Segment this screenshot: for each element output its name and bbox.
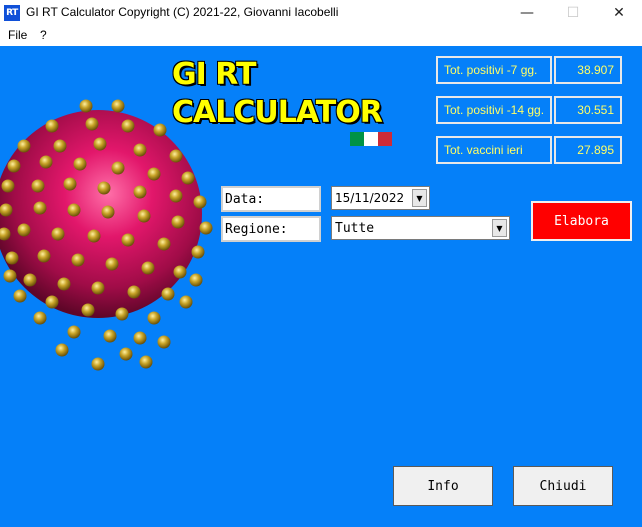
virus-spike bbox=[127, 285, 141, 299]
virus-spike bbox=[91, 281, 105, 295]
flag-stripe-red bbox=[378, 132, 392, 146]
virus-spike bbox=[111, 161, 125, 175]
date-label: Data: bbox=[221, 186, 321, 212]
virus-spike bbox=[191, 245, 205, 259]
logo-line-2: CALCULATOR bbox=[172, 95, 383, 130]
virus-spike bbox=[115, 307, 129, 321]
virus-spike bbox=[5, 251, 19, 265]
virus-spike bbox=[119, 347, 133, 361]
virus-spike bbox=[71, 253, 85, 267]
virus-spike bbox=[3, 269, 17, 283]
virus-spike bbox=[137, 209, 151, 223]
region-select[interactable]: Tutte ▼ bbox=[331, 216, 510, 240]
virus-spike bbox=[147, 167, 161, 181]
app-icon: RT bbox=[4, 5, 20, 21]
virus-spike bbox=[181, 171, 195, 185]
virus-spike bbox=[1, 179, 15, 193]
stat-label-positives-14d: Tot. positivi -14 gg. bbox=[436, 96, 552, 124]
virus-spike bbox=[161, 287, 175, 301]
elabora-button[interactable]: Elabora bbox=[531, 201, 632, 241]
date-picker[interactable]: 15/11/2022 ▼ bbox=[331, 186, 430, 210]
virus-spike bbox=[23, 273, 37, 287]
virus-spike bbox=[17, 139, 31, 153]
maximize-button[interactable]: ☐ bbox=[550, 0, 596, 26]
virus-spike bbox=[17, 223, 31, 237]
stat-value-positives-14d: 30.551 bbox=[554, 96, 622, 124]
virus-spike bbox=[37, 249, 51, 263]
chevron-down-icon[interactable]: ▼ bbox=[492, 219, 507, 237]
date-value: 15/11/2022 bbox=[335, 191, 405, 205]
menu-help[interactable]: ? bbox=[40, 28, 47, 42]
virus-spike bbox=[39, 155, 53, 169]
italian-flag bbox=[350, 132, 392, 146]
virus-spike bbox=[171, 215, 185, 229]
flag-stripe-green bbox=[350, 132, 364, 146]
virus-spike bbox=[199, 221, 213, 235]
virus-spike bbox=[67, 325, 81, 339]
logo-line-1: GI RT bbox=[172, 57, 256, 92]
virus-spike bbox=[45, 119, 59, 133]
virus-spike bbox=[13, 289, 27, 303]
virus-spike bbox=[67, 203, 81, 217]
virus-spike bbox=[0, 203, 13, 217]
virus-spike bbox=[51, 227, 65, 241]
virus-spike bbox=[133, 185, 147, 199]
virus-spike bbox=[157, 335, 171, 349]
virus-spike bbox=[33, 311, 47, 325]
virus-spike bbox=[97, 181, 111, 195]
info-button[interactable]: Info bbox=[393, 466, 493, 506]
virus-spike bbox=[93, 137, 107, 151]
stat-value-vaccines: 27.895 bbox=[554, 136, 622, 164]
virus-spike bbox=[57, 277, 71, 291]
virus-spike bbox=[169, 189, 183, 203]
virus-spike bbox=[45, 295, 59, 309]
virus-spike bbox=[31, 179, 45, 193]
close-button[interactable]: Chiudi bbox=[513, 466, 613, 506]
region-value: Tutte bbox=[335, 220, 375, 236]
virus-spike bbox=[193, 195, 207, 209]
virus-spike bbox=[7, 159, 21, 173]
flag-stripe-white bbox=[364, 132, 378, 146]
virus-spike bbox=[53, 139, 67, 153]
stat-label-vaccines: Tot. vaccini ieri bbox=[436, 136, 552, 164]
region-label: Regione: bbox=[221, 216, 321, 242]
virus-spike bbox=[91, 357, 105, 371]
virus-spike bbox=[63, 177, 77, 191]
virus-spike bbox=[139, 355, 153, 369]
virus-spike bbox=[133, 143, 147, 157]
virus-spike bbox=[133, 331, 147, 345]
stat-value-positives-7d: 38.907 bbox=[554, 56, 622, 84]
minimize-button[interactable]: — bbox=[504, 0, 550, 26]
virus-spike bbox=[101, 205, 115, 219]
virus-spike bbox=[153, 123, 167, 137]
virus-spike bbox=[111, 99, 125, 113]
virus-spike bbox=[169, 149, 183, 163]
virus-spike bbox=[121, 119, 135, 133]
virus-spike bbox=[55, 343, 69, 357]
virus-spike bbox=[33, 201, 47, 215]
virus-spike bbox=[103, 329, 117, 343]
virus-spike bbox=[173, 265, 187, 279]
chevron-down-icon[interactable]: ▼ bbox=[412, 189, 427, 207]
virus-spike bbox=[141, 261, 155, 275]
virus-spike bbox=[157, 237, 171, 251]
virus-spike bbox=[87, 229, 101, 243]
virus-spike bbox=[105, 257, 119, 271]
virus-spike bbox=[189, 273, 203, 287]
menu-bar: File ? bbox=[0, 26, 642, 46]
virus-spike bbox=[147, 311, 161, 325]
title-bar: RT GI RT Calculator Copyright (C) 2021-2… bbox=[0, 0, 642, 26]
virus-spike bbox=[79, 99, 93, 113]
app-logo: GI RT CALCULATOR bbox=[172, 56, 383, 132]
main-panel: GI RT CALCULATOR Tot. positivi -7 gg. 38… bbox=[0, 46, 642, 527]
stat-label-positives-7d: Tot. positivi -7 gg. bbox=[436, 56, 552, 84]
window-title: GI RT Calculator Copyright (C) 2021-22, … bbox=[26, 5, 339, 19]
virus-spike bbox=[179, 295, 193, 309]
close-window-button[interactable]: ✕ bbox=[596, 0, 642, 26]
virus-spike bbox=[73, 157, 87, 171]
menu-file[interactable]: File bbox=[8, 28, 27, 42]
virus-spike bbox=[81, 303, 95, 317]
virus-spike bbox=[121, 233, 135, 247]
virus-spike bbox=[85, 117, 99, 131]
